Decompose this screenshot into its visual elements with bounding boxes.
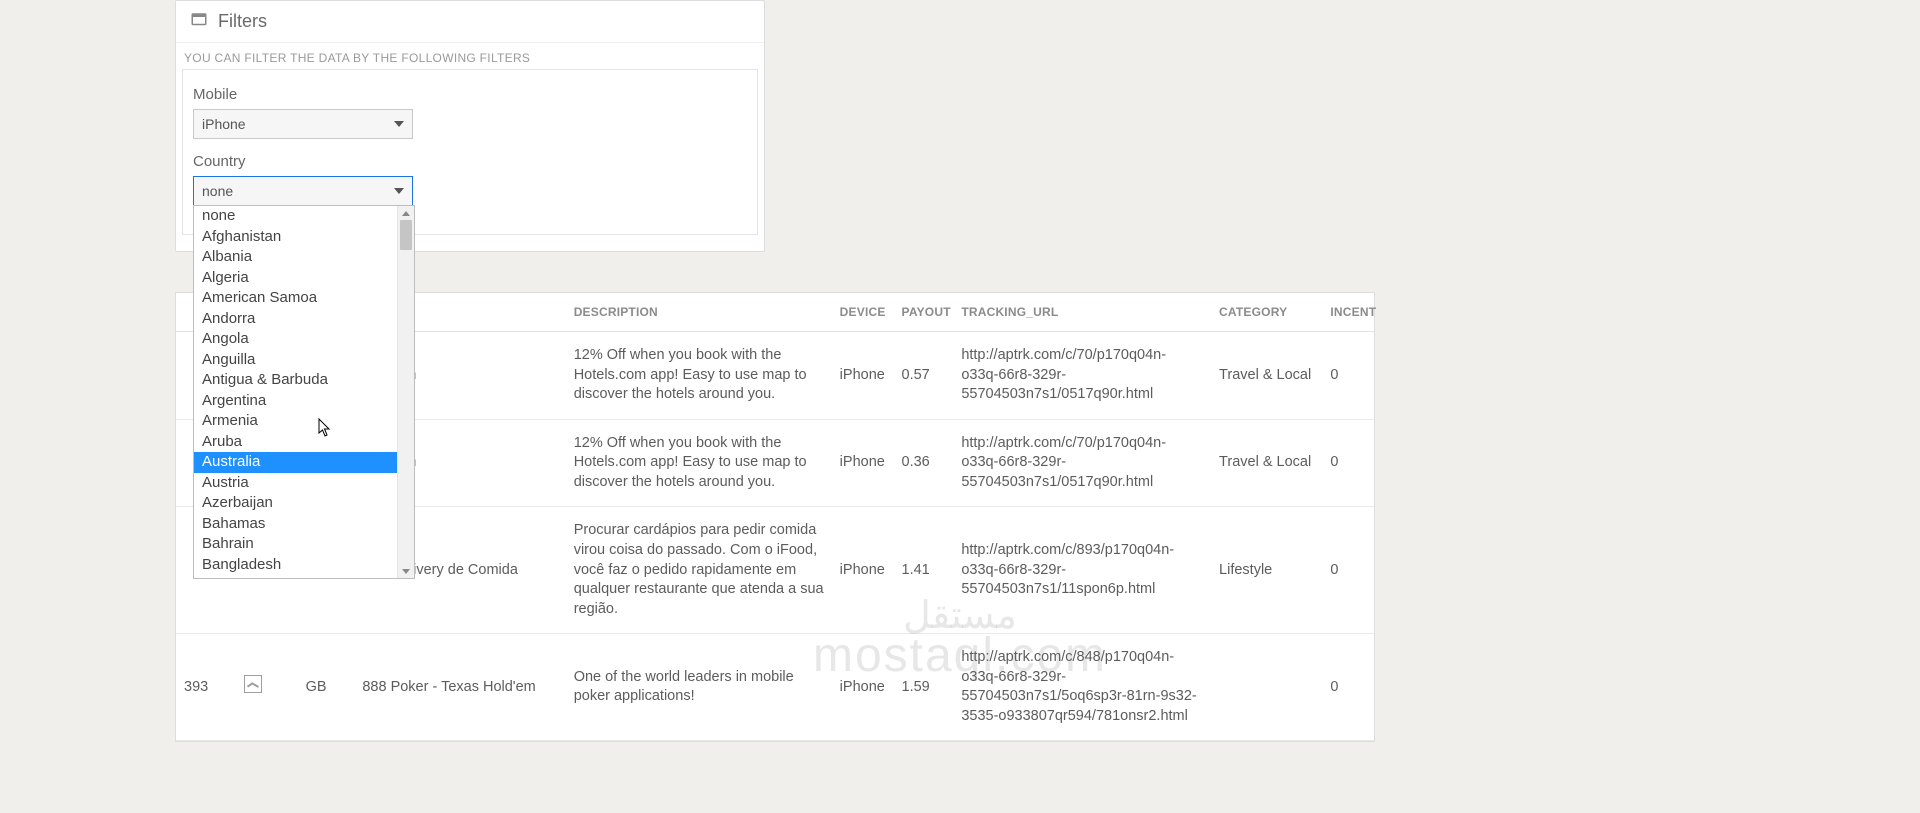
cell-tracking: http://aptrk.com/c/70/p170q04n-o33q-66r8…: [953, 332, 1211, 420]
country-option[interactable]: Bangladesh: [194, 555, 397, 576]
cell-tracking: http://aptrk.com/c/893/p170q04n-o33q-66r…: [953, 507, 1211, 634]
filters-panel: Filters YOU CAN FILTER THE DATA BY THE F…: [175, 0, 765, 252]
country-option[interactable]: Anguilla: [194, 350, 397, 371]
mobile-select[interactable]: iPhone: [193, 109, 413, 139]
country-option[interactable]: American Samoa: [194, 288, 397, 309]
th-incent: INCENT: [1322, 293, 1374, 332]
cell-device: iPhone: [832, 507, 894, 634]
chevron-down-icon: [394, 121, 404, 127]
cell-tracking: http://aptrk.com/c/848/p170q04n-o33q-66r…: [953, 634, 1211, 741]
filters-hint: YOU CAN FILTER THE DATA BY THE FOLLOWING…: [182, 47, 758, 69]
country-option[interactable]: Australia: [194, 452, 397, 473]
cell-incent: 0: [1322, 419, 1374, 507]
th-tracking: TRACKING_URL: [953, 293, 1211, 332]
country-option[interactable]: Albania: [194, 247, 397, 268]
country-option[interactable]: Aruba: [194, 432, 397, 453]
country-option[interactable]: Barbados: [194, 575, 397, 578]
country-option[interactable]: Bahamas: [194, 514, 397, 535]
country-label: Country: [193, 153, 747, 170]
th-device: DEVICE: [832, 293, 894, 332]
mobile-label: Mobile: [193, 86, 747, 103]
flag-placeholder-icon: [244, 675, 262, 693]
cell-cc: GB: [298, 634, 355, 741]
table-row[interactable]: 393 GB888 Poker - Texas Hold'emOne of the…: [176, 634, 1374, 741]
country-option[interactable]: Bahrain: [194, 534, 397, 555]
cell-category: Lifestyle: [1211, 507, 1322, 634]
cell-name: 888 Poker - Texas Hold'em: [354, 634, 565, 741]
country-option[interactable]: Azerbaijan: [194, 493, 397, 514]
mobile-select-value: iPhone: [202, 116, 246, 132]
country-option[interactable]: Andorra: [194, 309, 397, 330]
country-option[interactable]: Armenia: [194, 411, 397, 432]
cell-id: 393: [176, 634, 236, 741]
cell-flag: [236, 634, 298, 741]
cell-tracking: http://aptrk.com/c/70/p170q04n-o33q-66r8…: [953, 419, 1211, 507]
cell-payout: 1.41: [894, 507, 954, 634]
cell-payout: 0.36: [894, 419, 954, 507]
th-payout: PAYOUT: [894, 293, 954, 332]
cell-category: Travel & Local: [1211, 332, 1322, 420]
cell-incent: 0: [1322, 332, 1374, 420]
cell-description: 12% Off when you book with the Hotels.co…: [566, 419, 832, 507]
country-select-value: none: [202, 183, 233, 199]
scroll-up-icon[interactable]: [398, 206, 414, 220]
cell-description: Procurar cardápios para pedir comida vir…: [566, 507, 832, 634]
country-option[interactable]: Antigua & Barbuda: [194, 370, 397, 391]
filters-header: Filters: [176, 1, 764, 43]
cell-device: iPhone: [832, 634, 894, 741]
cell-payout: 0.57: [894, 332, 954, 420]
cell-device: iPhone: [832, 419, 894, 507]
dropdown-scrollbar[interactable]: [397, 206, 414, 578]
country-select[interactable]: none noneAfghanistanAlbaniaAlgeriaAmeric…: [193, 176, 413, 206]
country-option[interactable]: Argentina: [194, 391, 397, 412]
cell-category: [1211, 634, 1322, 741]
scroll-down-icon[interactable]: [398, 564, 414, 578]
cell-description: 12% Off when you book with the Hotels.co…: [566, 332, 832, 420]
country-dropdown: noneAfghanistanAlbaniaAlgeriaAmerican Sa…: [193, 205, 415, 579]
country-option[interactable]: none: [194, 206, 397, 227]
filters-title: Filters: [218, 11, 267, 32]
filters-inner: Mobile iPhone Country none noneAfghanist…: [182, 69, 758, 235]
country-option[interactable]: Angola: [194, 329, 397, 350]
country-option[interactable]: Algeria: [194, 268, 397, 289]
cell-incent: 0: [1322, 634, 1374, 741]
country-option[interactable]: Afghanistan: [194, 227, 397, 248]
cell-category: Travel & Local: [1211, 419, 1322, 507]
scroll-thumb[interactable]: [400, 220, 412, 250]
th-description: DESCRIPTION: [566, 293, 832, 332]
cell-device: iPhone: [832, 332, 894, 420]
th-category: CATEGORY: [1211, 293, 1322, 332]
country-option[interactable]: Austria: [194, 473, 397, 494]
filter-icon: [190, 11, 208, 32]
cell-description: One of the world leaders in mobile poker…: [566, 634, 832, 741]
cell-incent: 0: [1322, 507, 1374, 634]
chevron-down-icon: [394, 188, 404, 194]
cell-payout: 1.59: [894, 634, 954, 741]
